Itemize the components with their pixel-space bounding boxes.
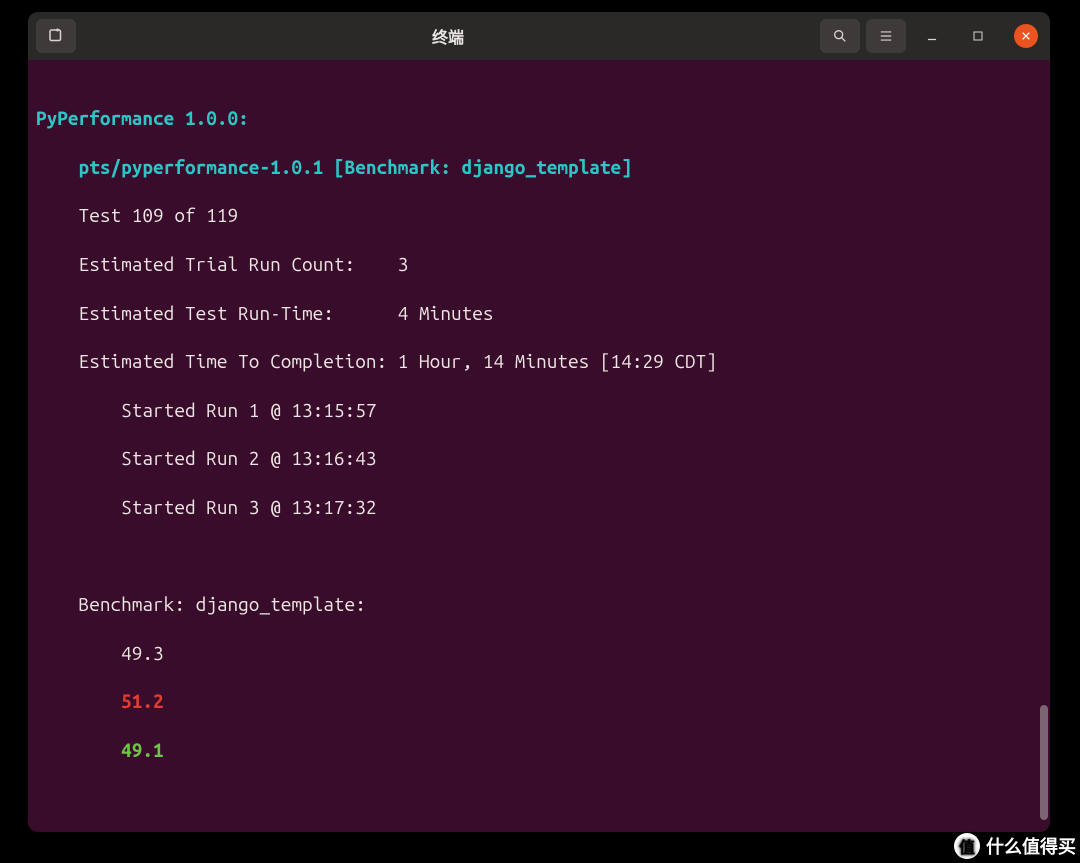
terminal-window: 终端 bbox=[28, 12, 1050, 832]
suite-title: PyPerformance 1.0.0: bbox=[36, 106, 1050, 130]
result-1: 49.3 bbox=[36, 641, 1050, 665]
close-button[interactable] bbox=[1014, 24, 1038, 48]
menu-button[interactable] bbox=[866, 19, 906, 53]
terminal-content[interactable]: PyPerformance 1.0.0: pts/pyperformance-1… bbox=[28, 60, 1050, 832]
maximize-button[interactable] bbox=[958, 19, 998, 53]
trial-run-count: Estimated Trial Run Count: 3 bbox=[36, 252, 1050, 276]
scrollbar-thumb[interactable] bbox=[1040, 705, 1048, 820]
benchmark-label: Benchmark: django_template: bbox=[36, 592, 1050, 616]
time-to-completion: Estimated Time To Completion: 1 Hour, 14… bbox=[36, 349, 1050, 373]
minimize-button[interactable] bbox=[912, 19, 952, 53]
scrollbar[interactable] bbox=[1038, 114, 1048, 826]
result-2-worst: 51.2 bbox=[36, 689, 1050, 713]
run-2: Started Run 2 @ 13:16:43 bbox=[36, 446, 1050, 470]
search-button[interactable] bbox=[820, 19, 860, 53]
watermark-text: 什么值得买 bbox=[986, 833, 1076, 859]
suite-subtitle: pts/pyperformance-1.0.1 [Benchmark: djan… bbox=[36, 155, 1050, 179]
test-progress: Test 109 of 119 bbox=[36, 203, 1050, 227]
window-title: 终端 bbox=[76, 24, 820, 48]
result-3-best: 49.1 bbox=[36, 738, 1050, 762]
new-tab-button[interactable] bbox=[36, 19, 76, 53]
watermark: 值 什么值得买 bbox=[954, 833, 1076, 859]
test-run-time: Estimated Test Run-Time: 4 Minutes bbox=[36, 301, 1050, 325]
run-1: Started Run 1 @ 13:15:57 bbox=[36, 398, 1050, 422]
watermark-badge: 值 bbox=[954, 833, 980, 859]
titlebar: 终端 bbox=[28, 12, 1050, 60]
run-3: Started Run 3 @ 13:17:32 bbox=[36, 495, 1050, 519]
